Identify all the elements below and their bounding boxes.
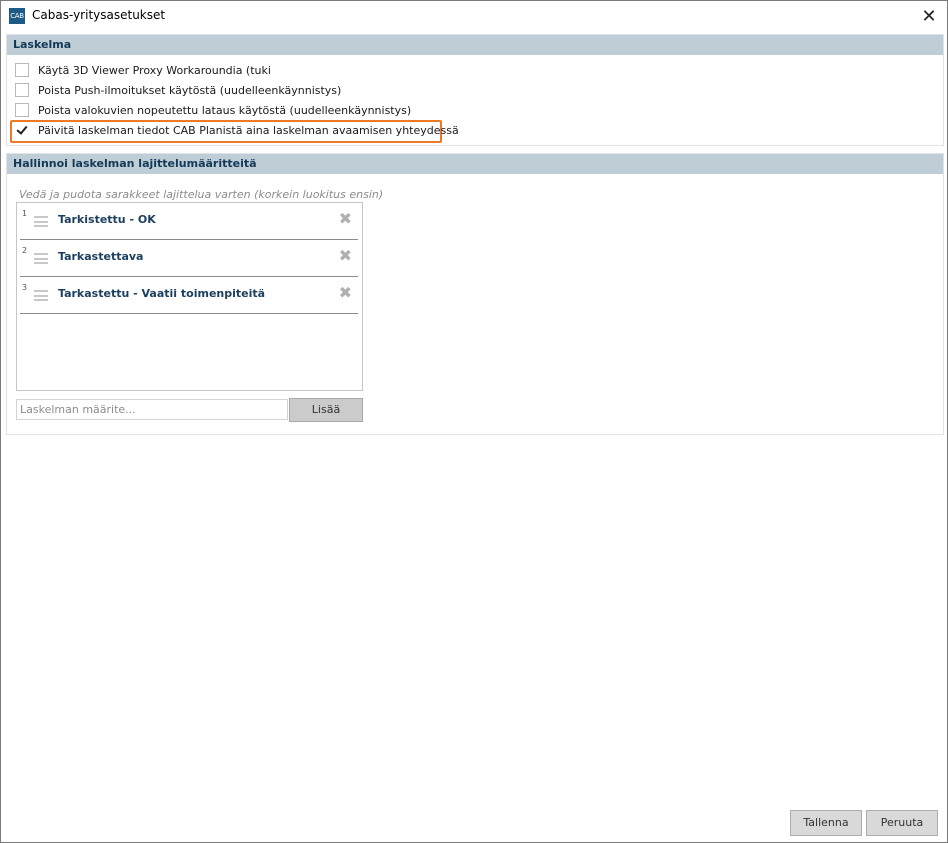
- sort-item-label: Tarkistettu - OK: [58, 213, 156, 226]
- sort-rank: 2: [22, 246, 28, 255]
- option-label: Poista Push-ilmoitukset käytöstä (uudell…: [38, 83, 342, 97]
- drag-handle-icon[interactable]: [34, 290, 48, 301]
- window-title: Cabas-yritysasetukset: [32, 8, 166, 22]
- option-label: Käytä 3D Viewer Proxy Workaroundia (tuki: [38, 63, 271, 77]
- option-update-from-cab-plan[interactable]: Päivitä laskelman tiedot CAB Planistä ai…: [15, 121, 459, 139]
- sort-attribute-list: 1 Tarkistettu - OK ✖ 2 Tarkastettava ✖ 3…: [16, 202, 363, 391]
- option-3d-viewer-proxy[interactable]: Käytä 3D Viewer Proxy Workaroundia (tuki: [15, 61, 271, 79]
- drag-drop-hint: Vedä ja pudota sarakkeet lajittelua vart…: [19, 188, 384, 201]
- option-disable-push[interactable]: Poista Push-ilmoitukset käytöstä (uudell…: [15, 81, 341, 99]
- sort-item[interactable]: 2 Tarkastettava ✖: [20, 240, 358, 277]
- remove-icon[interactable]: ✖: [339, 211, 352, 227]
- checkbox-disable-push[interactable]: [15, 83, 29, 97]
- cab-app-icon: CAB: [9, 8, 25, 24]
- add-button[interactable]: Lisää: [289, 398, 363, 422]
- option-label: Päivitä laskelman tiedot CAB Planistä ai…: [38, 123, 459, 137]
- remove-icon[interactable]: ✖: [339, 248, 352, 264]
- sort-rank: 3: [22, 283, 28, 292]
- drag-handle-icon[interactable]: [34, 253, 48, 264]
- settings-dialog: CAB Cabas-yritysasetukset ✕ Laskelma Käy…: [0, 0, 948, 843]
- checkbox-3d-viewer-proxy[interactable]: [15, 63, 29, 77]
- checkbox-update-from-cab-plan[interactable]: [15, 123, 29, 137]
- close-button[interactable]: ✕: [911, 1, 947, 31]
- checkbox-disable-fast-photo[interactable]: [15, 103, 29, 117]
- save-button[interactable]: Tallenna: [790, 810, 862, 836]
- title-bar: CAB Cabas-yritysasetukset ✕: [1, 1, 947, 31]
- sort-item-label: Tarkastettava: [58, 250, 144, 263]
- option-disable-fast-photo[interactable]: Poista valokuvien nopeutettu lataus käyt…: [15, 101, 411, 119]
- sorting-section-header: Hallinnoi laskelman lajittelumääritteitä: [7, 154, 943, 174]
- laskelma-section: Laskelma Käytä 3D Viewer Proxy Workaroun…: [6, 34, 944, 146]
- option-label: Poista valokuvien nopeutettu lataus käyt…: [38, 103, 412, 117]
- cancel-button[interactable]: Peruuta: [866, 810, 938, 836]
- sort-rank: 1: [22, 209, 28, 218]
- sort-item[interactable]: 1 Tarkistettu - OK ✖: [20, 203, 358, 240]
- sorting-section: Hallinnoi laskelman lajittelumääritteitä…: [6, 153, 944, 435]
- drag-handle-icon[interactable]: [34, 216, 48, 227]
- attribute-name-input[interactable]: [16, 399, 288, 420]
- sort-item[interactable]: 3 Tarkastettu - Vaatii toimenpiteitä ✖: [20, 277, 358, 314]
- remove-icon[interactable]: ✖: [339, 285, 352, 301]
- sort-item-label: Tarkastettu - Vaatii toimenpiteitä: [58, 287, 266, 300]
- laskelma-section-header: Laskelma: [7, 35, 943, 55]
